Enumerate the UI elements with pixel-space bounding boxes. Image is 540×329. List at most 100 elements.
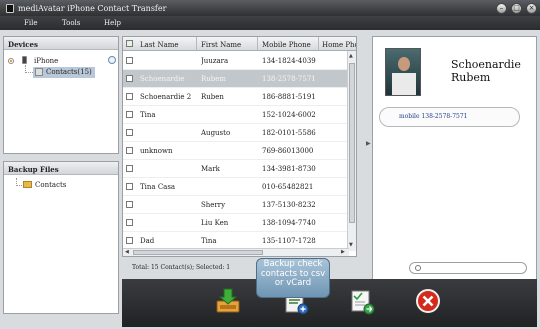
import-icon[interactable]: [214, 287, 242, 315]
col-mobile-phone[interactable]: Mobile Phone: [262, 41, 311, 49]
cell-mobile-phone: 138-1094-7740: [262, 219, 316, 227]
scroll-left-icon[interactable]: ◀: [125, 249, 129, 255]
row-checkbox[interactable]: [126, 183, 133, 190]
cell-first-name: Sherry: [201, 201, 226, 209]
panel-splitter-icon[interactable]: ▶: [366, 140, 371, 147]
bottom-left-spacer: [0, 316, 122, 329]
cell-first-name: Rubem: [201, 75, 227, 83]
cell-first-name: Juuzara: [201, 57, 229, 65]
cell-last-name: Tina: [140, 111, 156, 119]
row-checkbox[interactable]: [126, 57, 133, 64]
phone-value: 138-2578-7571: [421, 113, 468, 120]
table-row[interactable]: Sherry 137-5130-8232: [123, 196, 349, 214]
table-row[interactable]: Tina Casa 010-65482821: [123, 178, 349, 196]
cell-mobile-phone: 010-65482821: [262, 183, 314, 191]
iphone-icon: [22, 56, 27, 64]
cell-mobile-phone: 152-1024-6002: [262, 111, 316, 119]
minimize-button[interactable]: –: [496, 3, 507, 14]
menu-help[interactable]: Help: [104, 19, 121, 27]
phone-label: mobile: [399, 113, 420, 120]
contacts-grid: Last Name First Name Mobile Phone Home P…: [122, 36, 357, 257]
table-row[interactable]: Schoenardie 2 Ruben 186-8881-5191: [123, 88, 349, 106]
row-checkbox[interactable]: [126, 165, 133, 172]
cell-mobile-phone: 134-1824-4039: [262, 57, 316, 65]
status-text: Total: 15 Contact(s); Selected: 1: [132, 264, 231, 271]
contact-name-line2: Rubem: [451, 71, 491, 84]
col-home-phone[interactable]: Home Phone: [322, 41, 356, 49]
sync-icon[interactable]: [108, 56, 116, 64]
table-row-selected[interactable]: Schoenardie Rubem 138-2578-7571: [123, 70, 349, 88]
row-checkbox[interactable]: [126, 147, 133, 154]
scroll-right-icon[interactable]: ▶: [341, 249, 345, 255]
contact-name-line1: Schoenardie: [451, 58, 521, 71]
scroll-down-icon[interactable]: ▼: [349, 242, 353, 248]
app-icon: [6, 4, 14, 13]
cell-mobile-phone: 138-2578-7571: [262, 75, 316, 83]
row-checkbox[interactable]: [126, 75, 133, 82]
menu-tools[interactable]: Tools: [62, 19, 80, 27]
title-bar: mediAvatar iPhone Contact Transfer – □ ×: [0, 0, 540, 16]
devices-panel: Devices iPhone Contacts(15): [3, 36, 119, 154]
cell-last-name: unknown: [140, 147, 173, 155]
table-row[interactable]: Tina 152-1024-6002: [123, 106, 349, 124]
table-row[interactable]: unknown 769-86013000: [123, 142, 349, 160]
cell-mobile-phone: 186-8881-5191: [262, 93, 316, 101]
backup-panel-title: Backup Files: [4, 162, 118, 175]
cell-last-name: Tina Casa: [140, 183, 176, 191]
scroll-up-icon[interactable]: ▲: [349, 53, 353, 59]
menu-file[interactable]: File: [24, 19, 37, 27]
device-radio[interactable]: [8, 58, 14, 64]
col-first-name[interactable]: First Name: [201, 41, 241, 49]
delete-icon[interactable]: [414, 287, 442, 315]
contact-photo: [385, 48, 421, 96]
phone-field-text: mobile 138-2578-7571: [399, 113, 468, 120]
cell-first-name: Tina: [201, 237, 217, 245]
cell-mobile-phone: 182-0101-5586: [262, 129, 316, 137]
cell-last-name: Schoenardie: [140, 75, 185, 83]
cell-last-name: Schoenardie 2: [140, 93, 192, 101]
contacts-icon: [35, 68, 43, 76]
tree-item-contacts[interactable]: Contacts(15): [46, 68, 96, 79]
row-checkbox[interactable]: [126, 93, 133, 100]
search-input[interactable]: [409, 262, 527, 274]
cell-first-name: Augusto: [201, 129, 231, 137]
row-checkbox[interactable]: [126, 201, 133, 208]
table-row[interactable]: Liu Ken 138-1094-7740: [123, 214, 349, 232]
backup-item-contacts[interactable]: Contacts: [35, 181, 95, 192]
devices-panel-title: Devices: [4, 37, 118, 50]
cell-last-name: Dad: [140, 237, 155, 245]
cell-first-name: Liu Ken: [201, 219, 229, 227]
app-window: mediAvatar iPhone Contact Transfer – □ ×…: [0, 0, 540, 329]
cell-mobile-phone: 134-3981-8730: [262, 165, 316, 173]
backup-tooltip: Backup check contacts to csv or vCard: [256, 258, 330, 298]
cell-first-name: Ruben: [201, 93, 224, 101]
menu-bar: File Tools Help: [0, 16, 540, 30]
contact-name: Schoenardie Rubem: [451, 58, 521, 84]
grid-header: Last Name First Name Mobile Phone Home P…: [123, 37, 356, 51]
horizontal-scroll-thumb[interactable]: [133, 250, 263, 255]
grid-horizontal-scrollbar[interactable]: ◀ ▶: [123, 248, 349, 256]
table-row[interactable]: Juuzara 134-1824-4039: [123, 52, 349, 70]
maximize-button[interactable]: □: [511, 3, 522, 14]
row-checkbox[interactable]: [126, 129, 133, 136]
backup-contacts-icon: [23, 181, 32, 188]
col-last-name[interactable]: Last Name: [140, 41, 179, 49]
cell-mobile-phone: 135-1107-1728: [262, 237, 316, 245]
cell-first-name: Mark: [201, 165, 220, 173]
row-checkbox[interactable]: [126, 111, 133, 118]
grid-vertical-scrollbar[interactable]: ▲ ▼: [347, 51, 356, 251]
close-button[interactable]: ×: [526, 3, 537, 14]
row-checkbox[interactable]: [126, 219, 133, 226]
window-title: mediAvatar iPhone Contact Transfer: [18, 4, 167, 13]
select-all-checkbox[interactable]: [126, 40, 133, 47]
row-checkbox[interactable]: [126, 237, 133, 244]
cell-mobile-phone: 769-86013000: [262, 147, 314, 155]
export-csv-icon[interactable]: [348, 287, 376, 315]
tooltip-line3: or vCard: [274, 278, 312, 288]
search-icon: [415, 265, 421, 271]
backup-files-panel: Backup Files Contacts: [3, 161, 119, 314]
vertical-scroll-thumb[interactable]: [349, 63, 355, 223]
cell-mobile-phone: 137-5130-8232: [262, 201, 316, 209]
table-row[interactable]: Augusto 182-0101-5586: [123, 124, 349, 142]
table-row[interactable]: Mark 134-3981-8730: [123, 160, 349, 178]
